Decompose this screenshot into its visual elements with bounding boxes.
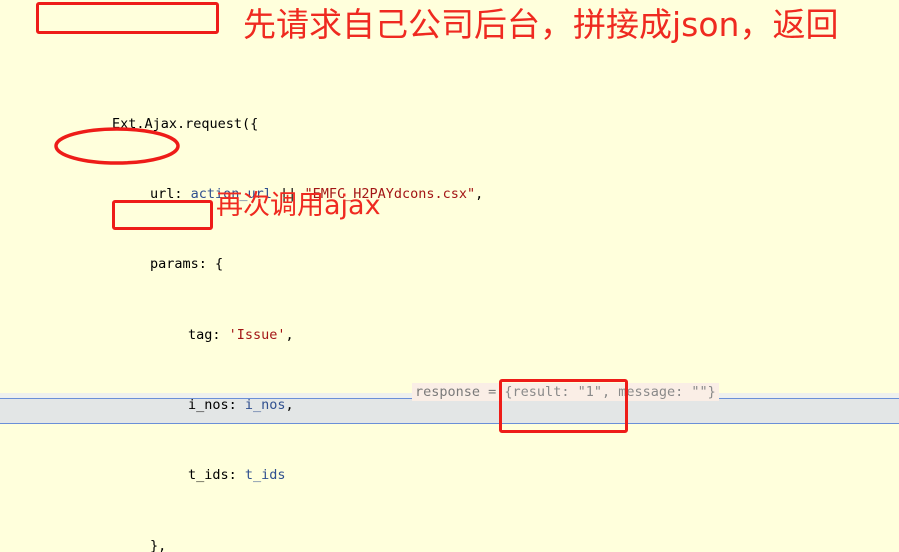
code-token: t_ids:: [188, 467, 245, 484]
code-token: ,: [285, 326, 294, 343]
code-token: tag:: [188, 326, 229, 343]
code-token: ||: [271, 185, 305, 202]
code-token: i_nos: [244, 397, 286, 414]
code-area[interactable]: Ext.Ajax.request({ url: action_url || "E…: [0, 0, 899, 552]
code-line-6[interactable]: t_ids: t_ids: [0, 467, 899, 485]
code-line-partial-top: [0, 53, 899, 63]
code-token: t_ids: [244, 467, 286, 484]
code-line-4[interactable]: tag: 'Issue',: [0, 327, 899, 345]
code-line-1[interactable]: Ext.Ajax.request({: [0, 116, 899, 134]
code-line-7[interactable]: },: [0, 538, 899, 552]
code-token: },: [150, 537, 167, 552]
code-token: i_nos:: [188, 397, 245, 414]
code-token: action_url: [190, 185, 272, 202]
code-token: Ext.Ajax.request({: [112, 115, 259, 132]
code-token: params: {: [150, 256, 224, 273]
code-token: "EMFC_H2PAYdcons.csx": [304, 185, 476, 202]
inline-debug-value: response = {result: "1", message: ""}: [412, 383, 719, 401]
code-line-3[interactable]: params: {: [0, 256, 899, 274]
code-editor-screenshot: Ext.Ajax.request({ url: action_url || "E…: [0, 0, 899, 552]
inline-debug-value-text: {result: "1", message: ""}: [504, 384, 716, 400]
code-token: url:: [150, 185, 191, 202]
code-token: ,: [285, 397, 294, 414]
inline-debug-variable: response =: [415, 384, 497, 400]
code-token: ,: [475, 185, 484, 202]
code-line-2[interactable]: url: action_url || "EMFC_H2PAYdcons.csx"…: [0, 186, 899, 204]
code-token: 'Issue': [228, 326, 286, 343]
